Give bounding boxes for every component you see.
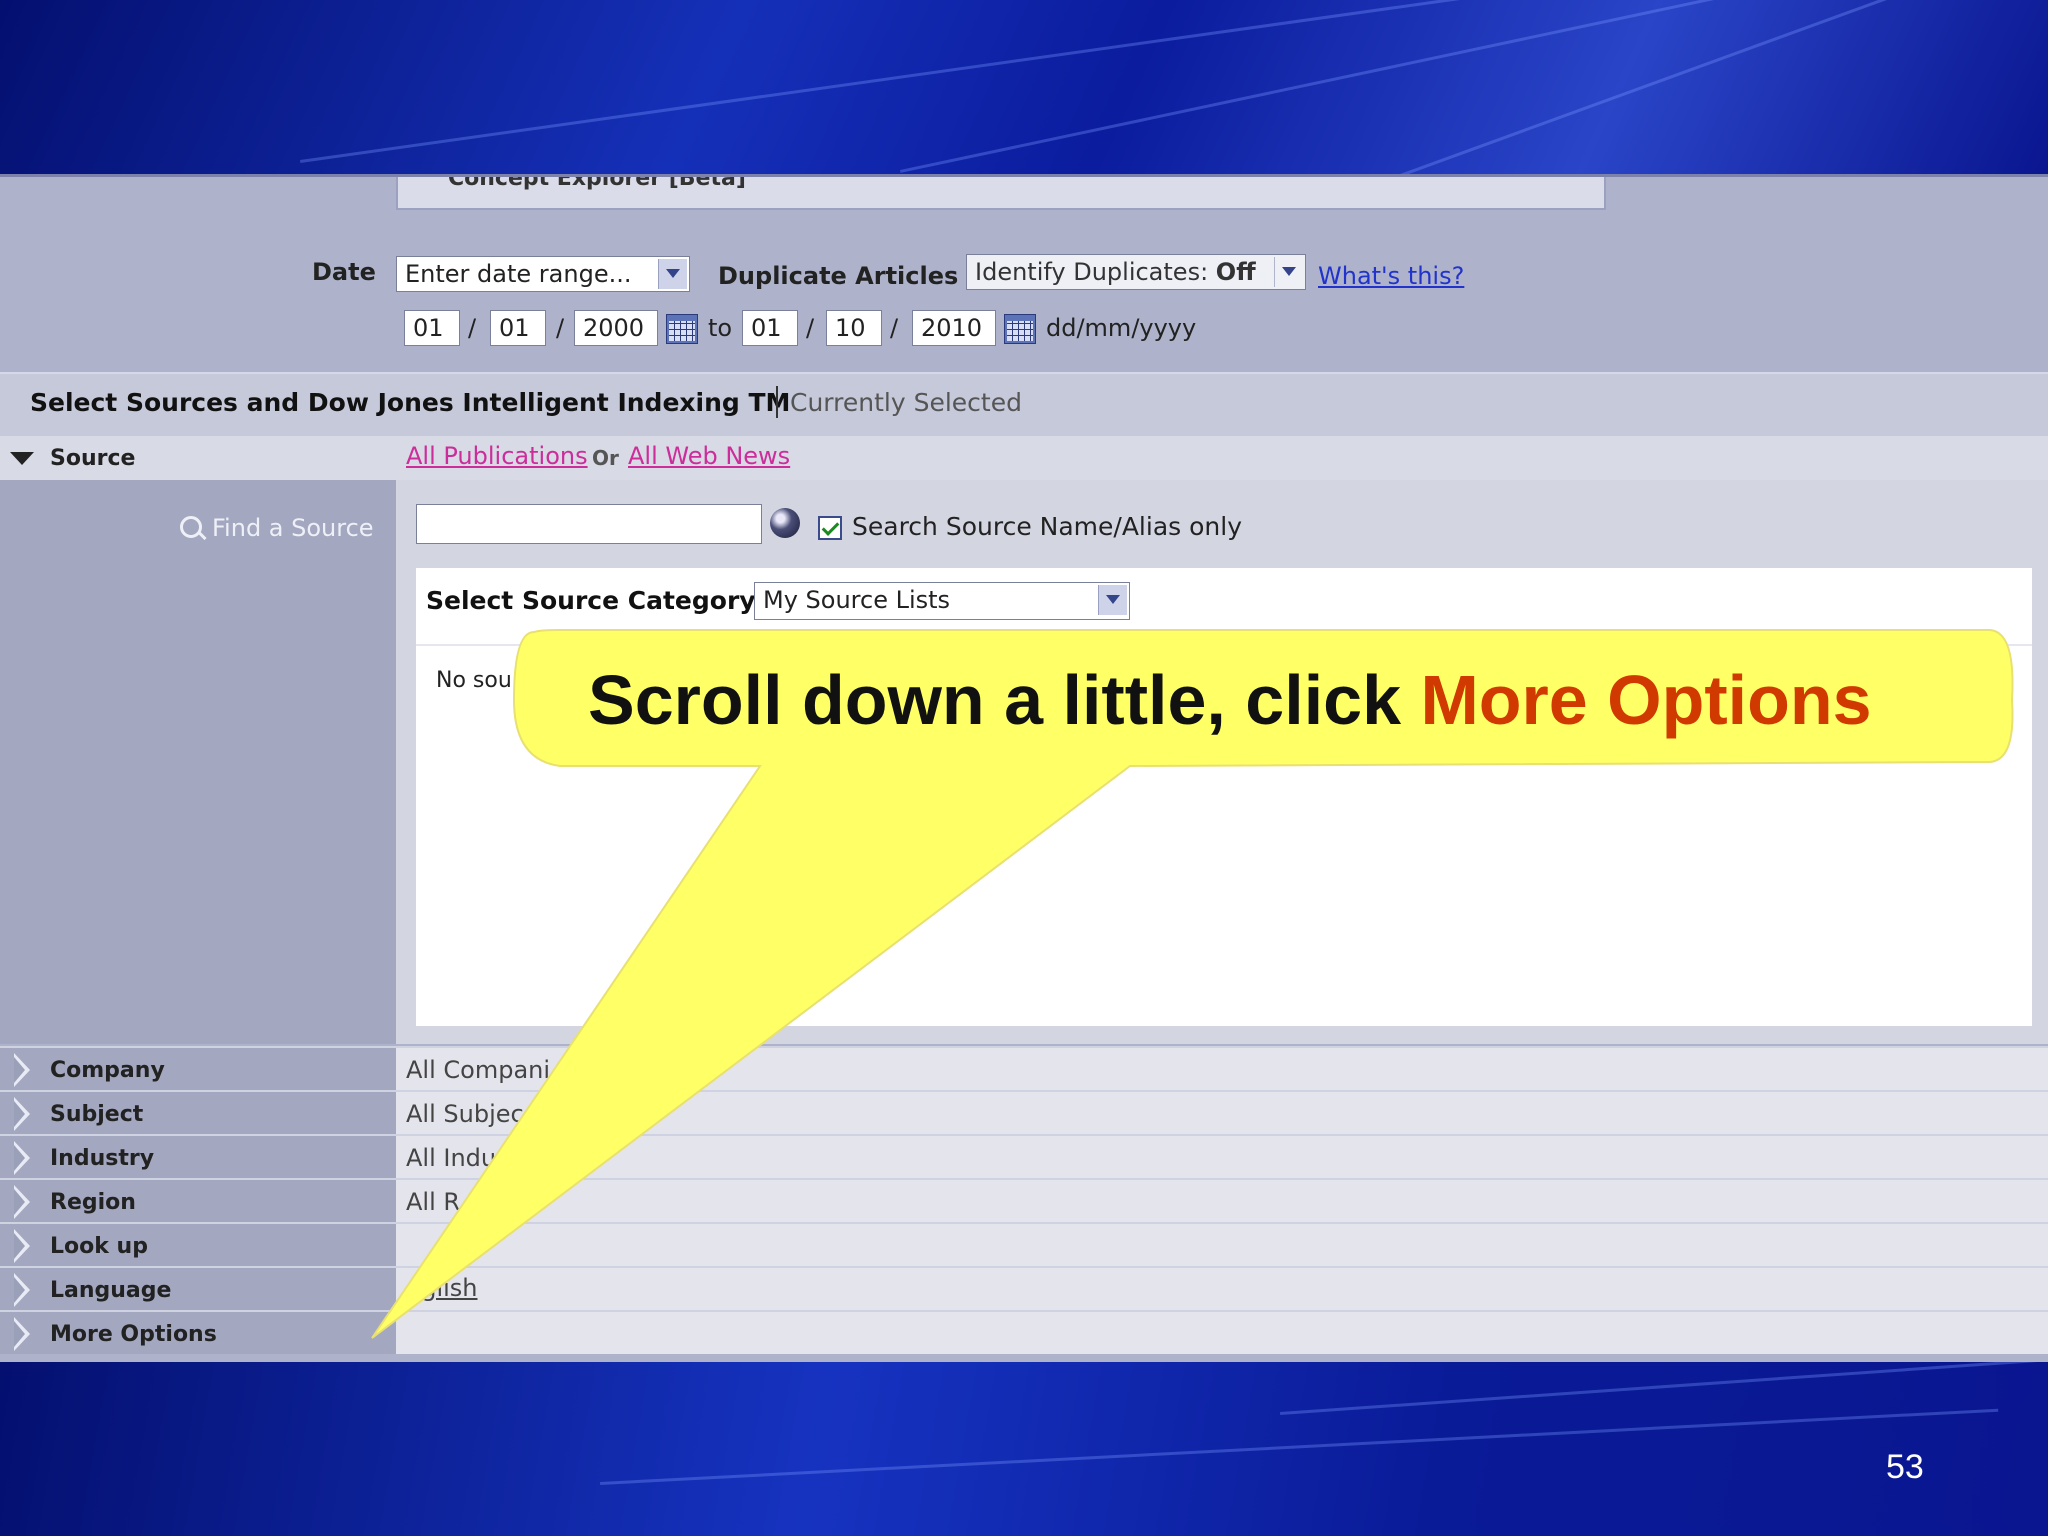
callout-instruction: Scroll down a little, click More Options (588, 660, 1872, 740)
callout-text-highlight: More Options (1420, 661, 1872, 739)
callout-balloon (371, 629, 2014, 1339)
callout-text-main: Scroll down a little, click (588, 661, 1421, 739)
